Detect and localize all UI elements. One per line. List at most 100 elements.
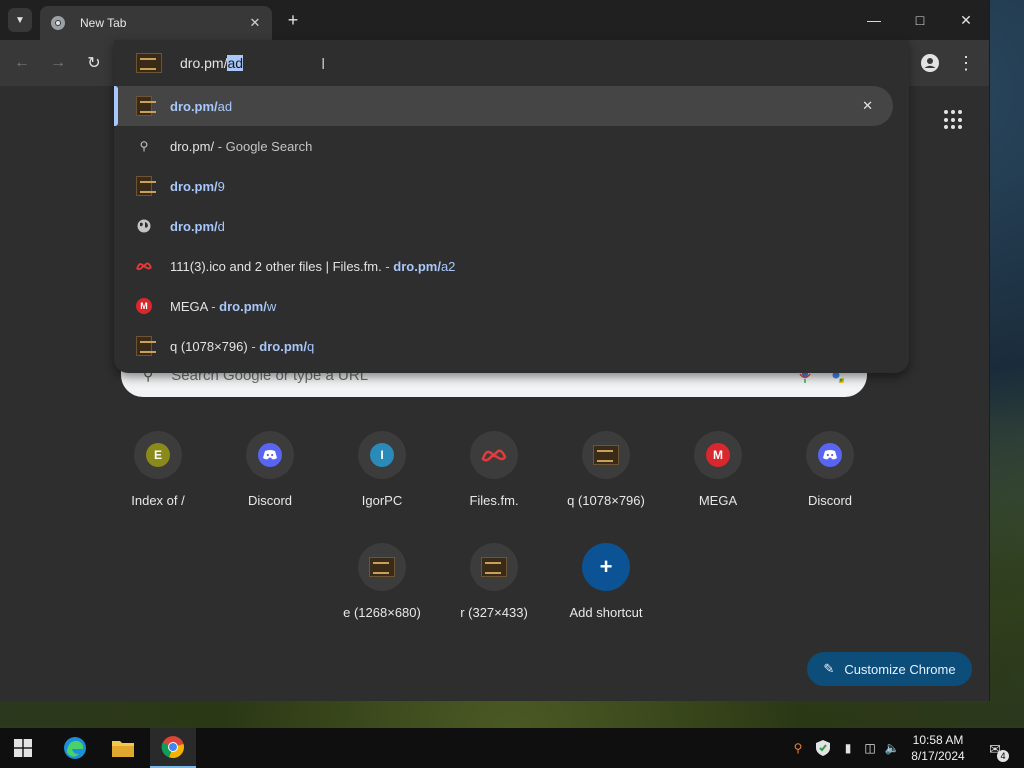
site-thumbnail-icon xyxy=(136,96,156,116)
shortcut-filesfm[interactable]: Files.fm. xyxy=(438,431,550,531)
maximize-button[interactable]: □ xyxy=(897,0,943,40)
shortcut-discord-2[interactable]: Discord xyxy=(774,431,886,531)
search-tray-icon[interactable]: ⚲ xyxy=(790,740,806,756)
shortcut-label: MEGA xyxy=(698,493,738,508)
suggestion-text: dro.pm/9 xyxy=(170,178,225,194)
notification-count: 4 xyxy=(997,750,1009,762)
back-button[interactable]: ← xyxy=(10,51,34,75)
tab-strip: ▼ New Tab ✕ + — □ ✕ xyxy=(0,0,989,40)
omnibox-input[interactable]: dro.pm/ad xyxy=(180,55,244,71)
customize-chrome-label: Customize Chrome xyxy=(844,661,956,677)
volume-muted-icon[interactable]: 🔈 xyxy=(884,740,900,756)
suggestion-row[interactable]: dro.pm/ad ✕ xyxy=(114,86,893,126)
close-window-button[interactable]: ✕ xyxy=(943,0,989,40)
add-shortcut-button[interactable]: + Add shortcut xyxy=(550,543,662,643)
google-apps-icon[interactable] xyxy=(944,110,964,130)
suggestion-text: dro.pm/ad xyxy=(170,98,233,114)
shortcut-label: Index of / xyxy=(131,493,185,508)
suggestion-text: MEGA - dro.pm/w xyxy=(170,298,277,314)
chrome-taskbar-button[interactable] xyxy=(150,728,196,768)
shortcut-icon-circle xyxy=(582,431,630,479)
omnibox[interactable]: dro.pm/ad I xyxy=(114,40,909,86)
shortcut-index-of[interactable]: E Index of / xyxy=(102,431,214,531)
shortcut-discord[interactable]: Discord xyxy=(214,431,326,531)
tab-title: New Tab xyxy=(80,16,127,30)
suggestion-text: dro.pm/d xyxy=(170,218,225,234)
tab-new-tab[interactable]: New Tab ✕ xyxy=(40,6,272,40)
globe-icon xyxy=(137,219,151,233)
suggestion-row[interactable]: q (1078×796) - dro.pm/q xyxy=(114,326,909,366)
shortcut-icon-circle xyxy=(470,431,518,479)
letter-e-icon: E xyxy=(146,443,170,467)
shortcut-label: Add shortcut xyxy=(569,605,643,620)
discord-icon xyxy=(818,443,842,467)
customize-chrome-button[interactable]: ✎ Customize Chrome xyxy=(807,652,972,686)
suggestion-row[interactable]: dro.pm/d xyxy=(114,206,909,246)
reload-button[interactable]: ↻ xyxy=(82,51,106,75)
minimize-button[interactable]: — xyxy=(851,0,897,40)
shortcut-icon-circle: E xyxy=(134,431,182,479)
clock-date: 8/17/2024 xyxy=(911,749,965,763)
shortcut-e-image[interactable]: e (1268×680) xyxy=(326,543,438,643)
omnibox-selected-completion: ad xyxy=(227,55,244,71)
tab-search-button[interactable]: ▼ xyxy=(8,8,32,32)
shortcut-icon-circle xyxy=(806,431,854,479)
network-icon[interactable]: ◫ xyxy=(862,740,878,756)
shortcut-igorpc[interactable]: I IgorPC xyxy=(326,431,438,531)
omnibox-typed-text: dro.pm/ xyxy=(180,55,228,71)
text-cursor-icon: I xyxy=(321,56,326,73)
discord-icon xyxy=(258,443,282,467)
notification-center-button[interactable]: ✉ 4 xyxy=(984,738,1009,762)
shortcut-label: e (1268×680) xyxy=(343,605,421,620)
shortcut-r-image[interactable]: r (327×433) xyxy=(438,543,550,643)
new-tab-button[interactable]: + xyxy=(282,9,304,31)
pencil-icon: ✎ xyxy=(823,661,835,676)
suggestion-row[interactable]: 111(3).ico and 2 other files | Files.fm.… xyxy=(114,246,909,286)
system-clock[interactable]: 10:58 AM 8/17/2024 xyxy=(906,732,970,764)
shortcut-icon-circle: M xyxy=(694,431,742,479)
shortcut-label: Discord xyxy=(807,493,853,508)
suggestion-text: q (1078×796) - dro.pm/q xyxy=(170,338,315,354)
file-explorer-taskbar-button[interactable] xyxy=(100,728,146,768)
chrome-window: ▼ New Tab ✕ + — □ ✕ ← → ↻ ⋮ ⚲ Search Goo… xyxy=(0,0,990,701)
profile-button[interactable] xyxy=(918,51,942,75)
suggestion-text: 111(3).ico and 2 other files | Files.fm.… xyxy=(170,258,456,274)
shortcut-icon-circle xyxy=(246,431,294,479)
tab-close-icon[interactable]: ✕ xyxy=(246,14,264,32)
shortcut-label: Discord xyxy=(247,493,293,508)
start-button[interactable] xyxy=(0,728,46,768)
shortcut-q-image[interactable]: q (1078×796) xyxy=(550,431,662,531)
site-thumbnail-icon xyxy=(136,53,162,73)
shortcut-label: Files.fm. xyxy=(469,493,519,508)
suggestion-row[interactable]: M MEGA - dro.pm/w xyxy=(114,286,909,326)
chrome-icon xyxy=(51,16,65,30)
suggestion-row[interactable]: dro.pm/9 xyxy=(114,166,909,206)
chevron-down-icon: ▼ xyxy=(15,14,25,26)
folder-icon xyxy=(112,741,134,757)
site-thumbnail-icon xyxy=(136,336,156,356)
edge-taskbar-button[interactable] xyxy=(52,728,98,768)
windows-icon xyxy=(14,739,32,757)
site-thumbnail-icon xyxy=(369,557,395,577)
chrome-icon xyxy=(161,736,184,759)
security-shield-icon[interactable] xyxy=(815,740,831,756)
remove-suggestion-icon[interactable]: ✕ xyxy=(862,98,873,114)
suggestion-row[interactable]: ⚲ dro.pm/ - Google Search xyxy=(114,126,909,166)
shortcut-mega[interactable]: M MEGA xyxy=(662,431,774,531)
site-thumbnail-icon xyxy=(136,176,156,196)
edge-icon xyxy=(64,737,86,759)
letter-i-icon: I xyxy=(370,443,394,467)
mega-icon: M xyxy=(706,443,730,467)
clock-time: 10:58 AM xyxy=(912,733,964,747)
plus-icon: + xyxy=(599,554,613,579)
shortcut-label: IgorPC xyxy=(361,493,403,508)
shortcut-icon-circle: I xyxy=(358,431,406,479)
taskbar: ⚲ ▮ ◫ 🔈 10:58 AM 8/17/2024 ✉ 4 xyxy=(0,728,1024,768)
shortcut-icon-circle: + xyxy=(582,543,630,591)
omnibox-dropdown: dro.pm/ad I dro.pm/ad ✕ ⚲ dro.pm/ - Goog… xyxy=(114,40,909,373)
shortcut-label: r (327×433) xyxy=(460,605,528,620)
forward-button[interactable]: → xyxy=(46,51,70,75)
usb-device-icon[interactable]: ▮ xyxy=(840,740,856,756)
site-thumbnail-icon xyxy=(593,445,619,465)
chrome-menu-button[interactable]: ⋮ xyxy=(954,51,978,75)
